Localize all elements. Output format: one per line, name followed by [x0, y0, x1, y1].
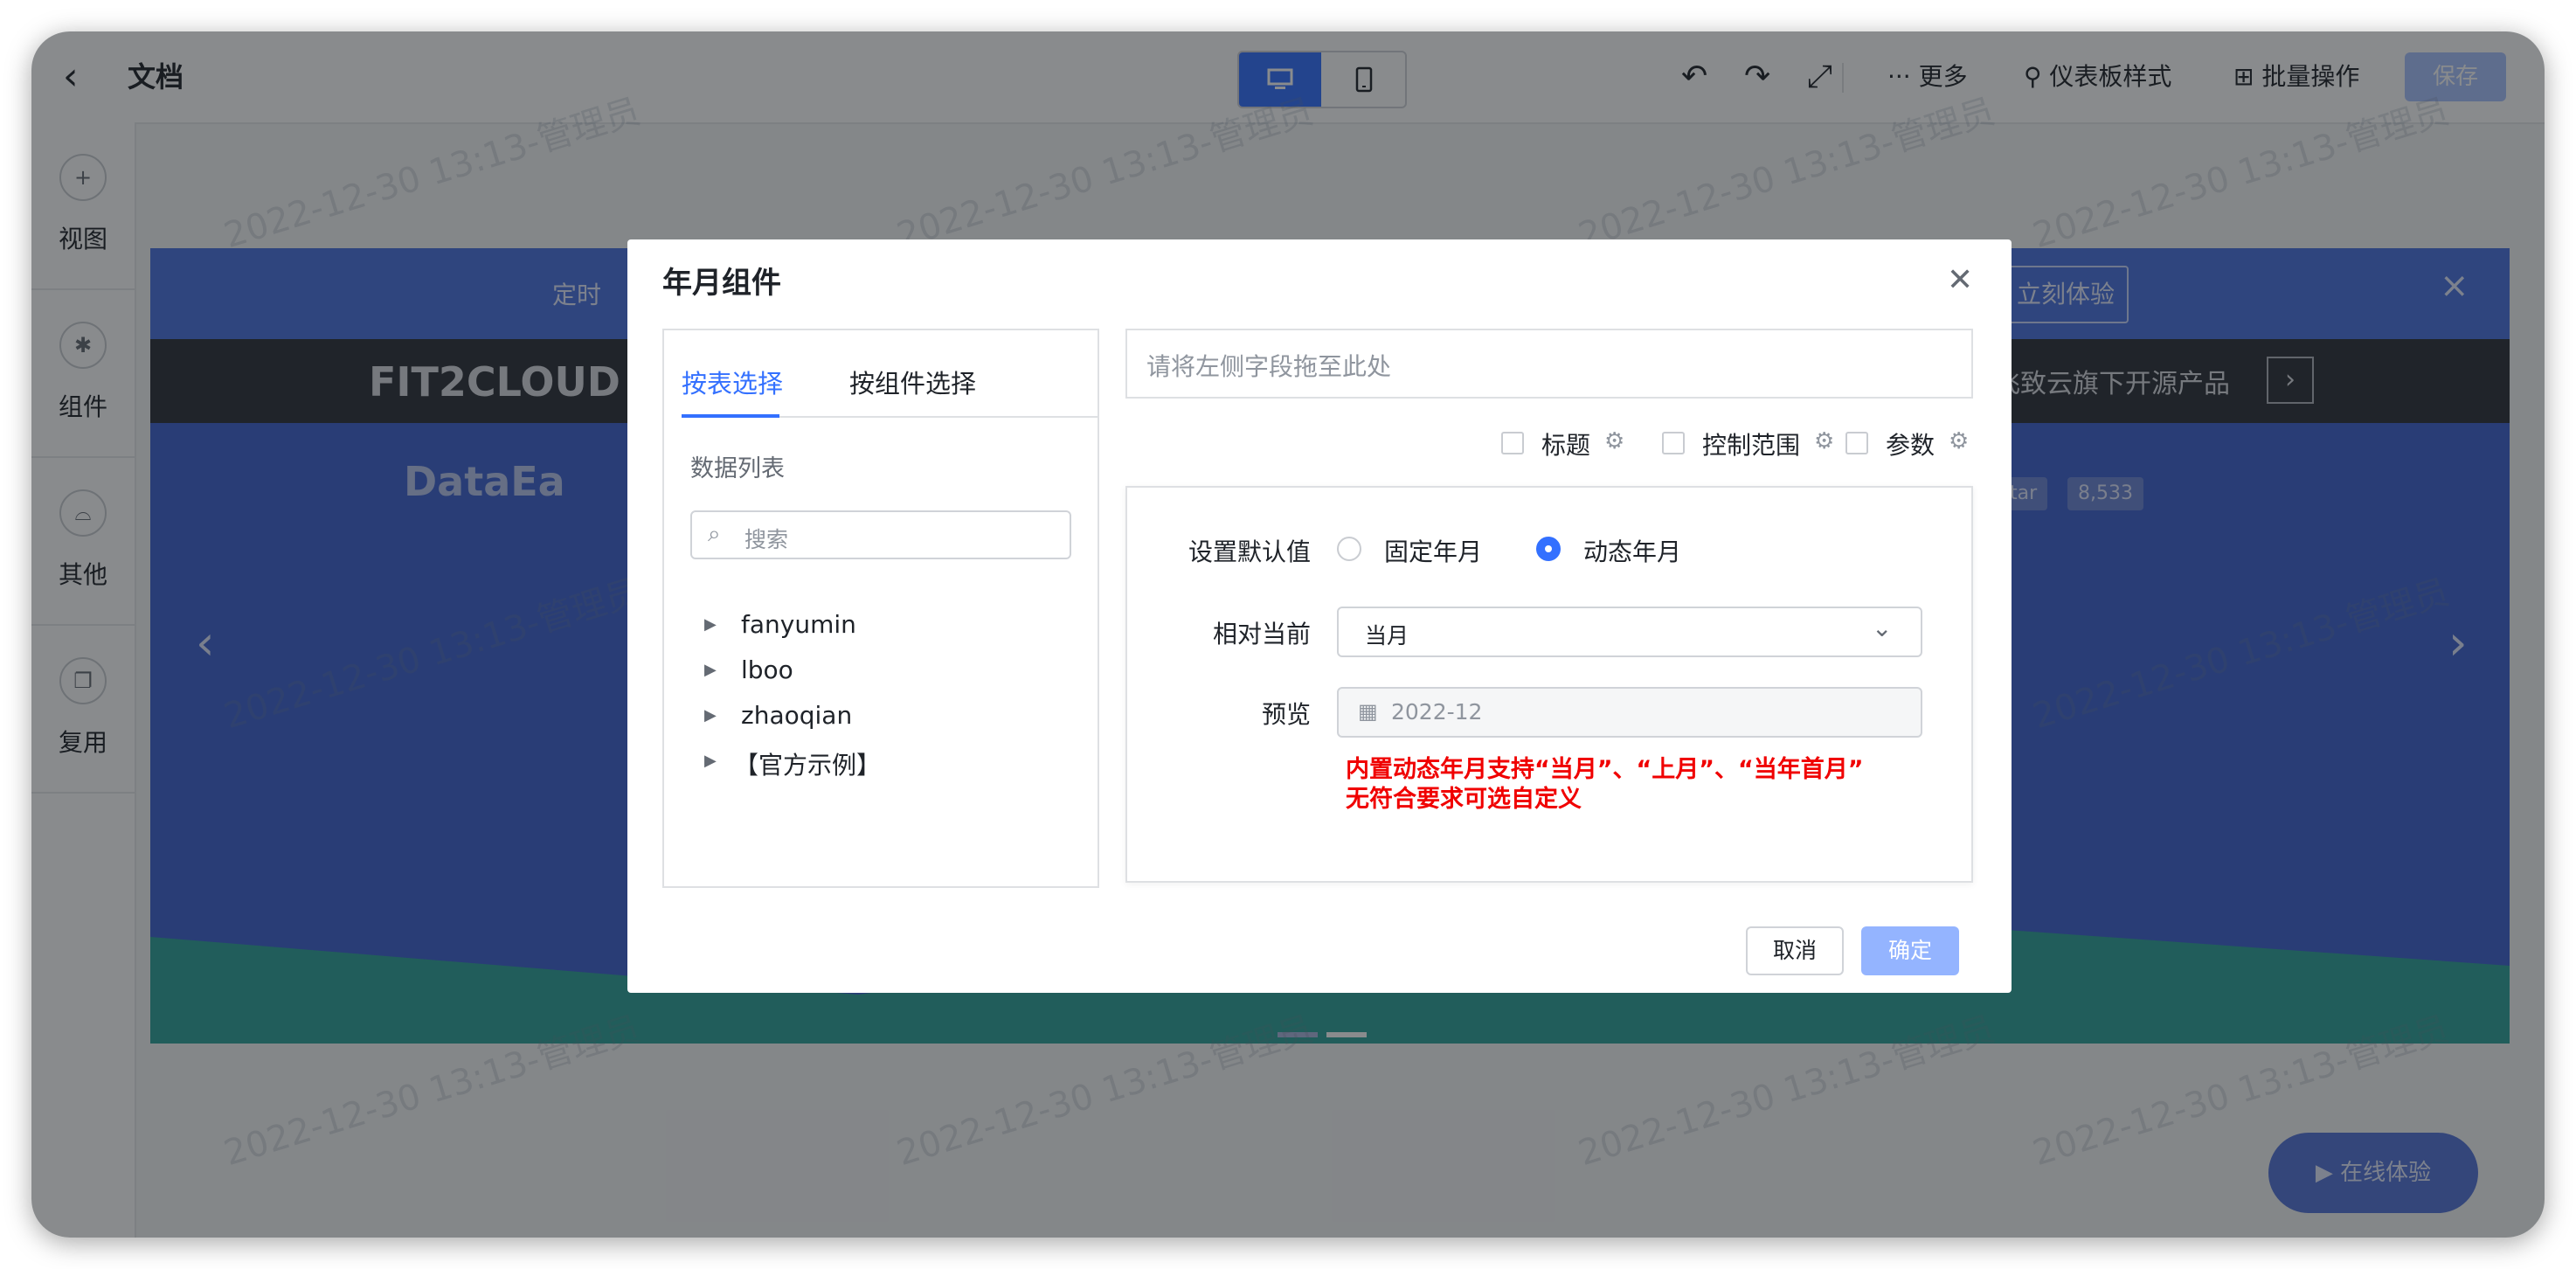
tree-item-label: fanyumin — [741, 610, 856, 639]
hint-line: 内置动态年月支持“当月”、“上月”、“当年首月” — [1346, 756, 1864, 783]
gear-icon[interactable]: ⚙ — [1814, 428, 1834, 454]
tree-item-label: 【官方示例】 — [734, 751, 882, 780]
default-value-panel: 设置默认值 固定年月 动态年月 相对当前 当月 ⌄ 预览 ▦ 2022-12 内… — [1125, 486, 1973, 883]
tab-by-table[interactable]: 按表选择 — [682, 364, 783, 400]
control-range-checkbox[interactable] — [1662, 432, 1685, 454]
confirm-button[interactable]: 确定 — [1861, 926, 1959, 975]
data-list-title: 数据列表 — [690, 455, 785, 482]
preview-label: 预览 — [1261, 700, 1311, 729]
fixed-month-label[interactable]: 固定年月 — [1384, 533, 1482, 568]
year-month-dialog: 年月组件 ✕ 按表选择 按组件选择 数据列表 ⌕ 搜索 ▶ fanyumin ▶… — [627, 239, 2012, 993]
gear-icon[interactable]: ⚙ — [1949, 428, 1969, 454]
option-label: 标题 — [1541, 431, 1591, 460]
close-icon[interactable]: ✕ — [1947, 262, 1973, 298]
caret-right-icon[interactable]: ▶ — [704, 706, 717, 725]
drop-placeholder: 请将左侧字段拖至此处 — [1146, 352, 1392, 381]
preview-value: 2022-12 — [1391, 699, 1483, 725]
chevron-down-icon: ⌄ — [1872, 614, 1893, 642]
dynamic-hint: 内置动态年月支持“当月”、“上月”、“当年首月” 无符合要求可选自定义 — [1346, 755, 1863, 815]
caret-right-icon[interactable]: ▶ — [704, 661, 717, 679]
tree-item-label: zhaoqian — [741, 701, 853, 730]
caret-right-icon[interactable]: ▶ — [704, 752, 717, 770]
field-source-panel: 按表选择 按组件选择 数据列表 ⌕ 搜索 ▶ fanyumin ▶ lboo ▶… — [662, 329, 1099, 888]
search-icon: ⌕ — [708, 521, 721, 547]
tab-active-indicator — [682, 414, 779, 418]
dialog-title: 年月组件 — [662, 266, 781, 301]
cancel-button[interactable]: 取消 — [1746, 926, 1844, 975]
default-value-label: 设置默认值 — [1188, 537, 1311, 566]
fixed-month-radio[interactable] — [1337, 537, 1361, 561]
calendar-icon: ▦ — [1358, 699, 1378, 724]
search-input[interactable]: ⌕ 搜索 — [690, 510, 1071, 559]
option-label: 控制范围 — [1702, 431, 1801, 460]
relative-month-value: 当月 — [1365, 623, 1409, 648]
title-checkbox[interactable] — [1501, 432, 1524, 454]
option-label: 参数 — [1886, 431, 1935, 460]
search-placeholder: 搜索 — [744, 527, 789, 552]
gear-icon[interactable]: ⚙ — [1604, 428, 1624, 454]
field-drop-zone[interactable]: 请将左侧字段拖至此处 — [1125, 329, 1973, 399]
app-window: ‹ 文档 ↶ ↷ ⤢ ··· 更多 ⚲ — [31, 31, 2545, 1238]
dynamic-month-radio[interactable] — [1536, 537, 1561, 561]
relative-month-select[interactable]: 当月 ⌄ — [1337, 607, 1922, 657]
tab-by-component[interactable]: 按组件选择 — [849, 364, 976, 400]
relative-label: 相对当前 — [1212, 620, 1311, 648]
tree-item-label: lboo — [741, 655, 793, 684]
dynamic-month-label[interactable]: 动态年月 — [1583, 533, 1681, 568]
caret-right-icon[interactable]: ▶ — [704, 615, 717, 634]
preview-field: ▦ 2022-12 — [1337, 687, 1922, 738]
hint-line: 无符合要求可选自定义 — [1346, 786, 1582, 813]
params-checkbox[interactable] — [1845, 432, 1868, 454]
